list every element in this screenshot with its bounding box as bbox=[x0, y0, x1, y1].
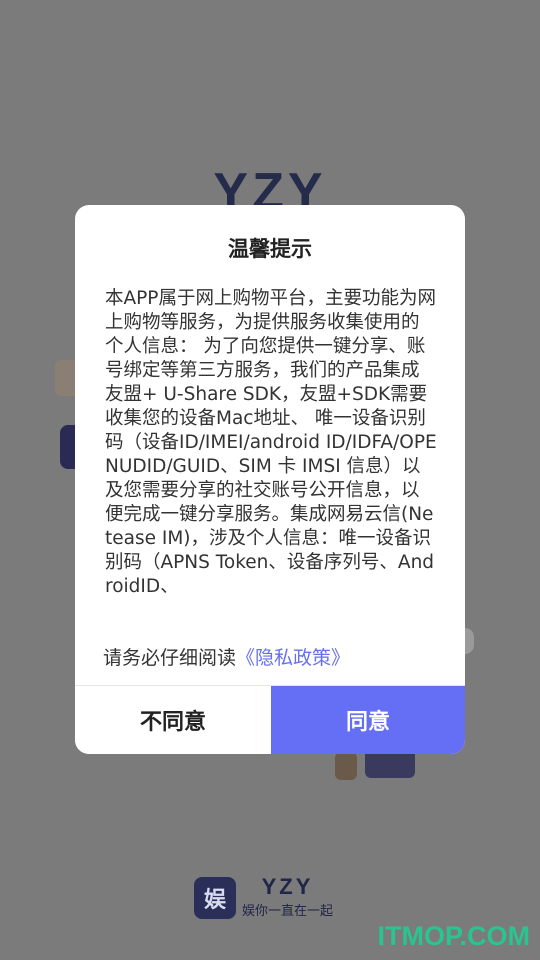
shopping-bag-decoration bbox=[335, 752, 357, 780]
brand-name: YZY bbox=[261, 874, 314, 899]
brand-text: YZY 娱你一直在一起 bbox=[242, 874, 334, 920]
privacy-policy-link[interactable]: 《隐私政策》 bbox=[236, 647, 350, 669]
watermark: ITMOP.COM bbox=[377, 921, 530, 951]
splash-screen: YZY 娱 YZY 娱你一直在一起 ITMOP.COM 温馨提示 本APP属于网… bbox=[0, 0, 540, 960]
dialog-body-text[interactable]: 本APP属于网上购物平台，主要功能为网上购物等服务，为提供服务收集使用的个人信息… bbox=[105, 287, 437, 629]
bottom-brand: 娱 YZY 娱你一直在一起 bbox=[194, 876, 333, 919]
policy-prefix: 请务必仔细阅读 bbox=[103, 647, 237, 669]
brand-slogan: 娱你一直在一起 bbox=[242, 904, 334, 919]
dialog-title: 温馨提示 bbox=[228, 237, 312, 261]
privacy-dialog: 温馨提示 本APP属于网上购物平台，主要功能为网上购物等服务，为提供服务收集使用… bbox=[75, 205, 465, 754]
disagree-button[interactable]: 不同意 bbox=[75, 686, 271, 754]
policy-notice: 请务必仔细阅读《隐私政策》 bbox=[103, 643, 350, 670]
agree-button[interactable]: 同意 bbox=[271, 686, 465, 754]
app-logo-icon: 娱 bbox=[194, 876, 236, 919]
